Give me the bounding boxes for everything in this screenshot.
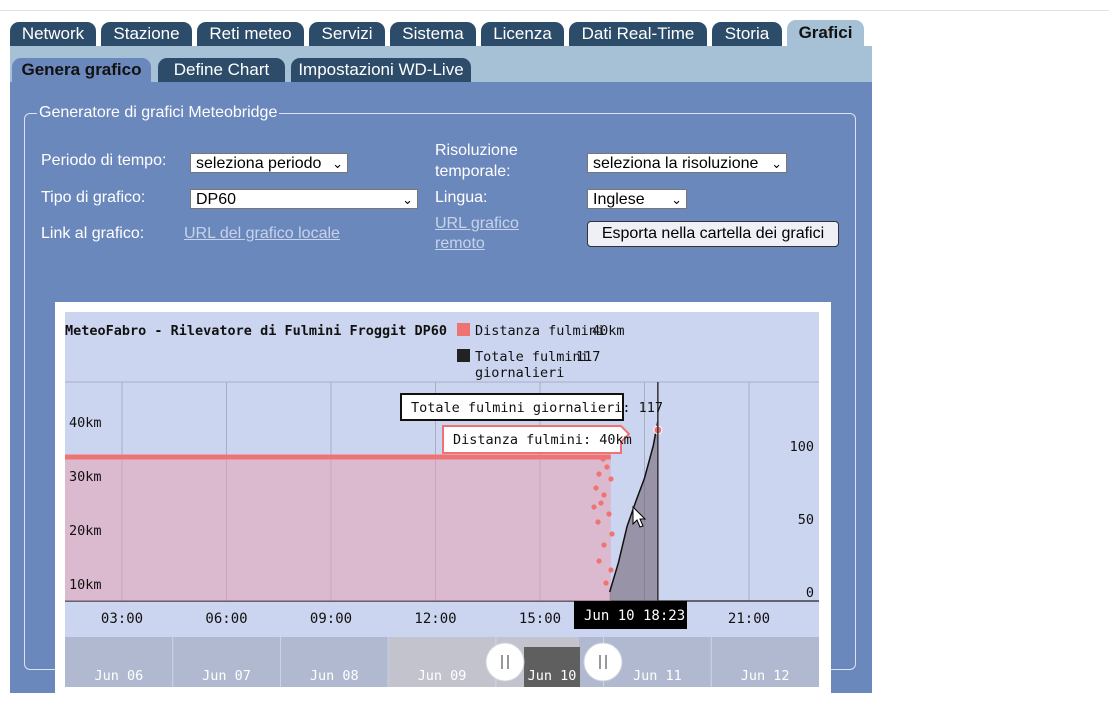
crosshair-label: Jun 10 18:23 <box>574 601 687 629</box>
x-tick-label: 15:00 <box>519 611 561 627</box>
legend-value-distanza: 40km <box>592 323 625 339</box>
tooltip-totale-text: Totale fulmini giornalieri: 117 <box>411 400 663 416</box>
y-left-tick-label: 20km <box>69 523 102 539</box>
x-tick-label: 06:00 <box>205 611 247 627</box>
chevron-down-icon: ⌄ <box>402 192 413 207</box>
distanza-point <box>596 471 602 477</box>
chevron-down-icon: ⌄ <box>771 156 782 171</box>
distanza-point <box>604 464 610 470</box>
url-locale-link[interactable]: URL del grafico locale <box>184 225 340 243</box>
navigator-day-label: Jun 06 <box>94 668 143 684</box>
x-tick-label: 09:00 <box>310 611 352 627</box>
legend-swatch-totale <box>457 349 470 362</box>
periodo-select-value: seleziona periodo <box>196 155 322 172</box>
tab-servizi[interactable]: Servizi <box>309 22 385 46</box>
legend-value-totale: 117 <box>576 349 600 365</box>
content-panel: Generatore di grafici Meteobridge Period… <box>10 82 872 715</box>
chevron-down-icon: ⌄ <box>332 156 343 171</box>
risoluzione-label-2: temporale: <box>435 163 511 180</box>
chevron-down-icon: ⌄ <box>671 192 682 207</box>
risoluzione-select[interactable]: seleziona la risoluzione ⌄ <box>587 153 787 173</box>
y-left-tick-label: 10km <box>69 577 102 593</box>
risoluzione-select-value: seleziona la risoluzione <box>593 155 759 172</box>
tipo-select-value: DP60 <box>196 191 237 208</box>
distanza-point <box>609 531 615 537</box>
navigator-day-label: Jun 09 <box>418 668 467 684</box>
navigator-handle-right[interactable] <box>583 642 623 682</box>
tooltip-distanza: Distanza fulmini: 40km <box>442 425 632 454</box>
y-right-tick-label: 0 <box>806 585 814 601</box>
legend-label-distanza: Distanza fulmini <box>475 323 605 339</box>
periodo-select[interactable]: seleziona periodo ⌄ <box>190 153 348 173</box>
distanza-point <box>591 504 597 510</box>
tab-grafici[interactable]: Grafici <box>787 20 864 46</box>
y-left-tick-label: 30km <box>69 469 102 485</box>
chart-svg: 10km 20km 30km 40km 0 50 100 03:00 06:00 09:00 12:… <box>55 302 831 715</box>
lingua-select[interactable]: Inglese ⌄ <box>587 189 687 209</box>
legend-label-totale-1: Totale fulmini <box>475 349 589 365</box>
subtab-impostazioni-wd-live[interactable]: Impostazioni WD-Live <box>291 58 471 82</box>
export-button[interactable]: Esporta nella cartella dei grafici <box>587 221 839 247</box>
legend-swatch-distanza <box>457 323 470 336</box>
x-tick-label: 21:00 <box>728 611 770 627</box>
distanza-point <box>593 485 599 491</box>
risoluzione-label-1: Risoluzione <box>435 142 518 159</box>
lingua-label: Lingua: <box>435 189 488 206</box>
link-label: Link al grafico: <box>41 225 145 242</box>
tipo-select[interactable]: DP60 ⌄ <box>190 189 418 209</box>
y-right-tick-label: 100 <box>790 439 814 455</box>
main-tabs: Network Stazione Reti meteo Servizi Sist… <box>10 20 872 46</box>
periodo-label: Periodo di tempo: <box>41 152 167 169</box>
navigator-day-label: Jun 12 <box>741 668 790 684</box>
crosshair-label-text: Jun 10 18:23 <box>584 608 685 624</box>
y-right-tick-label: 50 <box>798 512 814 528</box>
y-left-tick-label: 40km <box>69 415 102 431</box>
distanza-point <box>598 500 604 506</box>
x-tick-label: 03:00 <box>101 611 143 627</box>
tab-licenza[interactable]: Licenza <box>481 22 564 46</box>
navigator-day-label: Jun 11 <box>633 668 682 684</box>
tipo-label: Tipo di grafico: <box>41 189 146 206</box>
chart-title: MeteoFabro - Rilevatore di Fulmini Frogg… <box>65 323 447 339</box>
navigator-day-label: Jun 08 <box>310 668 359 684</box>
distanza-area <box>65 457 611 601</box>
distanza-point <box>601 542 607 548</box>
tooltip-totale: Totale fulmini giornalieri: 117 <box>400 393 663 421</box>
distanza-point <box>595 519 601 525</box>
lingua-select-value: Inglese <box>593 191 645 208</box>
tab-network[interactable]: Network <box>10 22 96 46</box>
distanza-point <box>608 567 614 573</box>
distanza-point <box>600 456 606 462</box>
url-remoto-link-line-1[interactable]: URL grafico <box>435 215 519 233</box>
generator-legend: Generatore di grafici Meteobridge <box>39 104 278 121</box>
distanza-point <box>596 558 602 564</box>
navigator-handle-left[interactable] <box>485 642 525 682</box>
navigator-day-label: Jun 10 <box>528 668 577 684</box>
distanza-point <box>608 476 614 482</box>
tab-dati-real-time[interactable]: Dati Real-Time <box>569 22 707 46</box>
tab-reti-meteo[interactable]: Reti meteo <box>197 22 304 46</box>
x-tick-label: 12:00 <box>414 611 456 627</box>
tab-sistema[interactable]: Sistema <box>390 22 476 46</box>
chart-generator-fieldset: Generatore di grafici Meteobridge Period… <box>24 104 856 715</box>
page: Network Stazione Reti meteo Servizi Sist… <box>10 20 872 715</box>
distanza-point <box>601 492 607 498</box>
chart-container: 10km 20km 30km 40km 0 50 100 03:00 06:00 09:00 12:… <box>55 302 831 715</box>
top-border <box>0 0 1109 11</box>
subtab-genera-grafico[interactable]: Genera grafico <box>12 58 151 82</box>
tab-storia[interactable]: Storia <box>712 22 782 46</box>
tooltip-distanza-text: Distanza fulmini: 40km <box>453 432 632 448</box>
tab-stazione[interactable]: Stazione <box>101 22 192 46</box>
distanza-point <box>603 580 609 586</box>
distanza-point <box>606 511 612 517</box>
navigator-day-label: Jun 07 <box>202 668 251 684</box>
legend-label-totale-2: giornalieri <box>475 365 564 381</box>
subtab-define-chart[interactable]: Define Chart <box>158 58 285 82</box>
url-remoto-link-line-2[interactable]: remoto <box>435 235 485 253</box>
